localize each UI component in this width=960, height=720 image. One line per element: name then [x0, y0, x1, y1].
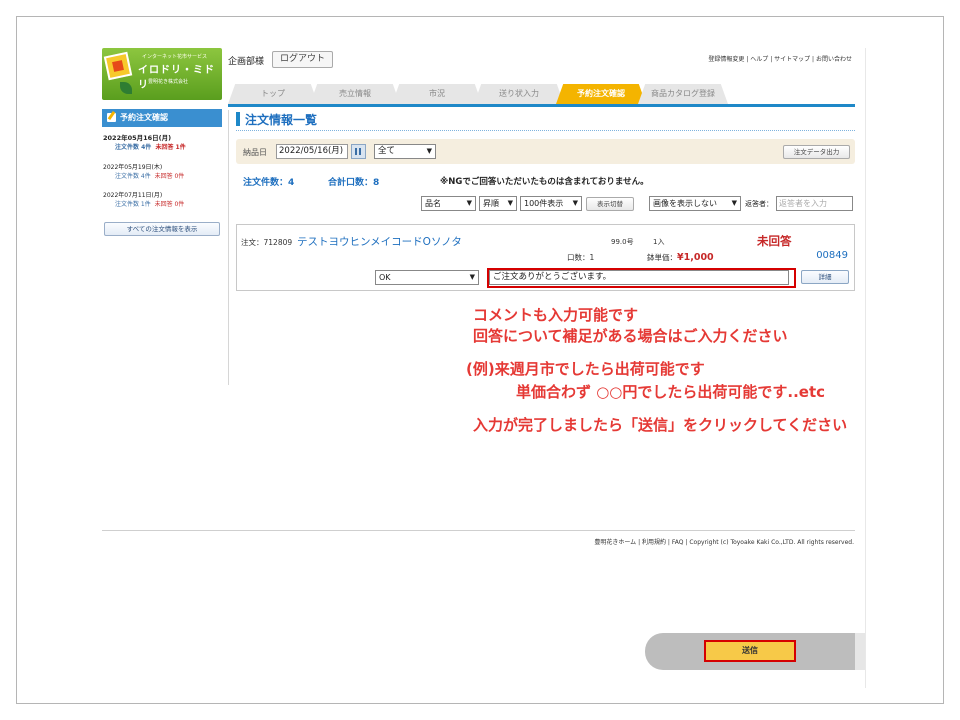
chevron-down-icon: ▼ [426, 147, 432, 155]
tab-catalog-registration[interactable]: 商品カタログ登録 [638, 84, 728, 104]
image-display-value: 画像を表示しない [653, 199, 717, 208]
sort-field-value: 品名 [425, 199, 441, 208]
chevron-down-icon: ▼ [507, 199, 513, 207]
order-price: 鉢単価：¥1,000 [647, 252, 714, 263]
responder-input[interactable]: 返答者を入力 [776, 196, 853, 211]
price-amount: ¥1,000 [677, 252, 714, 263]
sidebar-order-count: 注文件数 4件 [115, 144, 152, 151]
order-quantity: 口数：1 [567, 253, 595, 262]
sidebar-date: 2022年07月11日(月) [103, 192, 163, 199]
logout-button[interactable]: ログアウト [272, 51, 334, 68]
sort-field-select[interactable]: 品名 ▼ [421, 196, 476, 211]
tab-invoice-input[interactable]: 送り状入力 [474, 84, 564, 104]
responder-label: 返答者： [745, 200, 773, 208]
sidebar-title-label: 予約注文確認 [120, 113, 168, 122]
logo-leaf-icon [120, 82, 132, 94]
annotation-line-4: 単価合わず ○○円でしたら出荷可能です..etc [516, 383, 826, 401]
logo-cube-icon [103, 51, 133, 81]
delivery-date-input[interactable]: 2022/05/16(月) [276, 144, 348, 159]
top-link-sitemap[interactable]: サイトマップ [774, 56, 810, 63]
sidebar-order-count: 注文件数 1件 [115, 201, 151, 208]
footer-links[interactable]: 豊明花きホーム | 利用規約 | FAQ | [594, 539, 687, 546]
calendar-icon[interactable] [351, 144, 366, 159]
sidebar-item-date-1[interactable]: 2022年05月16日(月) 注文件数 4件 未回答 1件 [103, 134, 186, 152]
footer-divider [102, 530, 855, 531]
order-code: 00849 [816, 250, 848, 261]
ng-note: ※NGでご回答いただいたものは含まれておりません。 [440, 177, 649, 187]
footer-copyright: Copyright (c) Toyoake Kaki Co.,LTD. All … [689, 539, 854, 546]
tab-reservation-orders[interactable]: 予約注文確認 [556, 84, 646, 104]
tab-market[interactable]: 市況 [392, 84, 482, 104]
chevron-down-icon: ▼ [469, 273, 475, 281]
main-nav-tabs: トップ 売立情報 市況 送り状入力 予約注文確認 商品カタログ登録 [228, 84, 728, 104]
order-unit: 1入 [653, 238, 665, 246]
response-select-value: OK [379, 273, 391, 282]
submit-bar-edge [855, 633, 865, 670]
site-logo[interactable]: インターネット花市サービス イロドリ・ミドリ 豊明花き株式会社 [102, 48, 222, 100]
sort-order-value: 昇順 [483, 199, 499, 208]
logo-company: 豊明花き株式会社 [148, 79, 189, 85]
sidebar-item-date-2[interactable]: 2022年05月19日(木) 注文件数 4件 未回答 0件 [103, 163, 184, 181]
annotation-line-3: (例)来週月市でしたら出荷可能です [466, 360, 705, 378]
order-count-summary: 注文件数：4 [243, 178, 295, 188]
comment-highlight-box [487, 268, 796, 288]
top-links: 登録情報変更 | ヘルプ | サイトマップ | お問い合わせ [708, 56, 852, 63]
filter-bar: 納品日 2022/05/16(月) 全て ▼ 注文データ出力 [236, 139, 855, 164]
sidebar-title: 予約注文確認 [102, 109, 222, 127]
sidebar-date: 2022年05月16日(月) [103, 134, 172, 142]
page-edge [865, 48, 866, 688]
sidebar-pending-count: 未回答 0件 [154, 173, 185, 180]
sidebar-order-count: 注文件数 4件 [115, 173, 151, 180]
image-display-select[interactable]: 画像を表示しない ▼ [649, 196, 741, 211]
tab-underline [228, 104, 855, 107]
logo-brand: イロドリ・ミドリ [138, 65, 215, 91]
logo-tagline: インターネット花市サービス [142, 54, 208, 60]
price-label: 鉢単価： [647, 253, 677, 262]
chevron-down-icon: ▼ [466, 199, 472, 207]
per-page-value: 100件表示 [524, 199, 564, 208]
sidebar-pending-count: 未回答 0件 [154, 201, 185, 208]
chevron-down-icon: ▼ [731, 199, 737, 207]
sidebar-pending-count: 未回答 1件 [155, 144, 186, 151]
order-product-name[interactable]: テストヨウヒンメイコードOソノタ [297, 234, 462, 249]
per-page-select[interactable]: 100件表示 ▼ [520, 196, 582, 211]
total-units-summary: 合計口数：8 [328, 178, 380, 188]
tab-sales-info[interactable]: 売立情報 [310, 84, 400, 104]
top-link-account[interactable]: 登録情報変更 [708, 56, 744, 63]
page-title: 注文情報一覧 [236, 111, 317, 128]
pen-icon [107, 113, 116, 122]
top-link-help[interactable]: ヘルプ [750, 56, 768, 63]
annotation-line-5: 入力が完了しましたら「送信」をクリックしてください [473, 416, 848, 434]
export-orders-button[interactable]: 注文データ出力 [783, 145, 850, 159]
order-size: 99.0号 [611, 238, 634, 246]
order-status-badge: 未回答 [757, 234, 792, 248]
response-select[interactable]: OK ▼ [375, 270, 479, 285]
delivery-date-label: 納品日 [243, 148, 267, 157]
annotation-line-1: コメントも入力可能です [473, 306, 639, 324]
annotation-line-2: 回答について補足がある場合はご入力ください [473, 327, 788, 345]
show-all-orders-button[interactable]: すべての注文情報を表示 [104, 222, 220, 236]
detail-button[interactable]: 詳細 [801, 270, 849, 284]
status-select-value: 全て [378, 146, 396, 156]
order-number: 注文：712809 [241, 238, 293, 247]
footer: 豊明花きホーム | 利用規約 | FAQ | Copyright (c) Toy… [594, 537, 854, 546]
top-link-contact[interactable]: お問い合わせ [816, 56, 852, 63]
send-button[interactable]: 送信 [704, 640, 796, 662]
status-select[interactable]: 全て ▼ [374, 144, 436, 159]
sidebar-date: 2022年05月19日(木) [103, 164, 163, 171]
user-name: 企画部様 [228, 57, 265, 67]
toggle-display-button[interactable]: 表示切替 [586, 197, 634, 211]
sidebar-divider [228, 110, 229, 385]
tab-top[interactable]: トップ [228, 84, 318, 104]
sort-order-select[interactable]: 昇順 ▼ [479, 196, 517, 211]
sidebar-item-date-3[interactable]: 2022年07月11日(月) 注文件数 1件 未回答 0件 [103, 191, 184, 209]
title-divider [236, 130, 855, 131]
chevron-down-icon: ▼ [572, 199, 578, 207]
